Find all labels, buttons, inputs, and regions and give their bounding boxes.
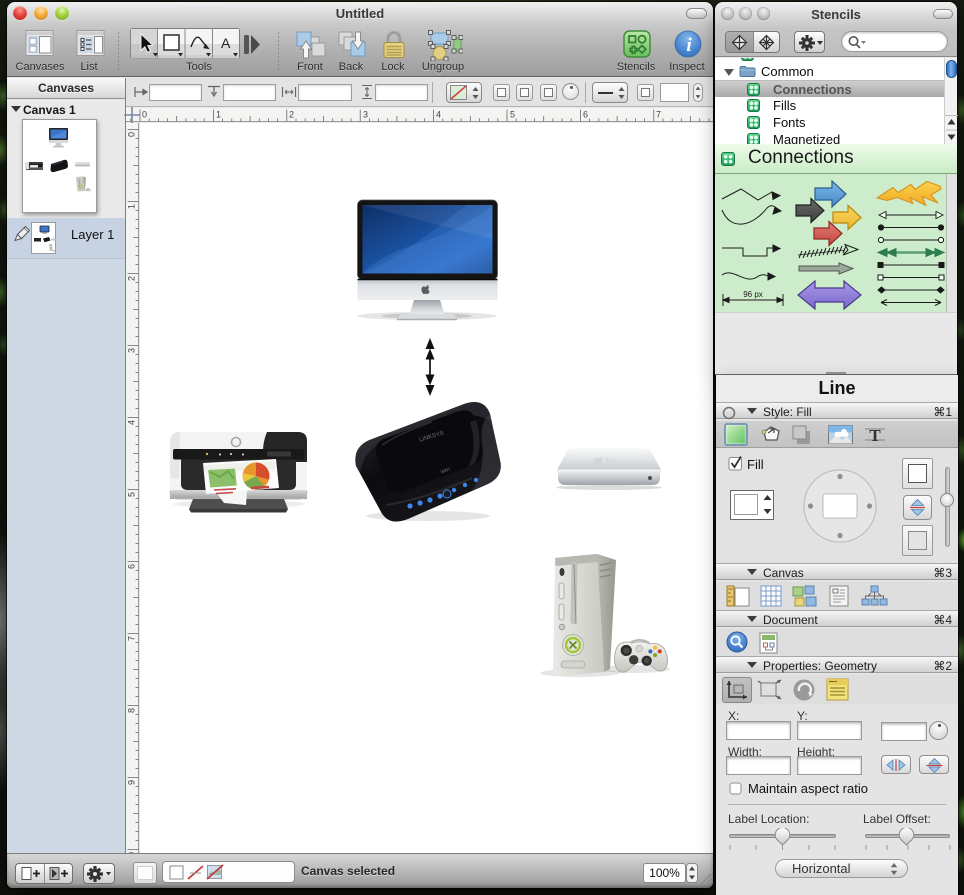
svg-text:3: 3 [363,110,368,120]
svg-text:T: T [869,426,881,445]
svg-text:6: 6 [127,564,137,569]
svg-text:7: 7 [127,636,137,641]
svg-text:4: 4 [127,420,137,425]
svg-text:A: A [221,35,231,51]
svg-text:2: 2 [289,110,294,120]
svg-text:1: 1 [127,204,137,209]
svg-text:4: 4 [436,110,441,120]
svg-text:3: 3 [127,348,137,353]
svg-text:0: 0 [142,110,147,120]
svg-text:6: 6 [583,110,588,120]
svg-text:i: i [686,35,692,56]
svg-text:5: 5 [510,110,515,120]
svg-text:5: 5 [127,492,137,497]
svg-text:96 px: 96 px [743,290,763,299]
svg-text:2: 2 [127,276,137,281]
svg-text:0: 0 [127,132,137,137]
svg-text:9: 9 [127,780,137,785]
svg-text:8: 8 [127,708,137,713]
svg-text:7: 7 [656,110,661,120]
svg-text:tv: tv [606,454,617,469]
svg-text:1: 1 [216,110,221,120]
